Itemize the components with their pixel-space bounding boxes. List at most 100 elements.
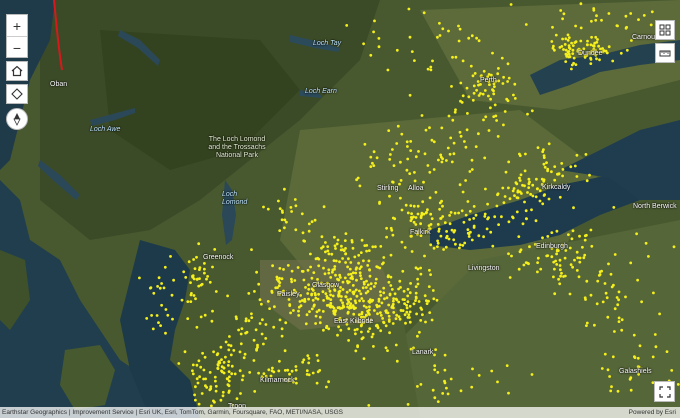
map-point[interactable] <box>489 97 492 101</box>
map-point[interactable] <box>344 295 348 298</box>
map-point[interactable] <box>382 321 386 325</box>
map-point[interactable] <box>546 169 549 173</box>
map-point[interactable] <box>445 230 448 233</box>
map-point[interactable] <box>559 274 562 278</box>
map-point[interactable] <box>567 50 571 53</box>
map-point[interactable] <box>569 263 573 266</box>
map-point[interactable] <box>326 245 330 249</box>
map-point[interactable] <box>445 386 448 390</box>
map-point[interactable] <box>535 177 538 181</box>
map-point[interactable] <box>486 217 489 221</box>
map-point[interactable] <box>507 220 511 224</box>
map-point[interactable] <box>320 246 323 250</box>
map-point[interactable] <box>198 266 202 269</box>
map-point[interactable] <box>387 280 391 284</box>
map-point[interactable] <box>373 19 376 23</box>
map-point[interactable] <box>343 276 347 280</box>
map-point[interactable] <box>379 245 383 248</box>
map-point[interactable] <box>289 311 292 315</box>
map-point[interactable] <box>477 234 481 238</box>
map-point[interactable] <box>311 298 315 302</box>
map-point[interactable] <box>527 177 531 181</box>
map-point[interactable] <box>338 273 342 277</box>
map-point[interactable] <box>484 115 488 119</box>
map-point[interactable] <box>444 245 448 249</box>
map-point[interactable] <box>449 136 453 140</box>
map-point[interactable] <box>458 130 462 134</box>
map-point[interactable] <box>308 310 311 313</box>
map-point[interactable] <box>345 290 349 294</box>
map-point[interactable] <box>552 275 555 279</box>
map-point[interactable] <box>353 328 357 332</box>
map-point[interactable] <box>192 294 196 297</box>
map-point[interactable] <box>368 305 371 309</box>
map-point[interactable] <box>426 164 430 167</box>
map-point[interactable] <box>509 3 513 6</box>
map-point[interactable] <box>653 333 657 336</box>
map-point[interactable] <box>395 48 399 52</box>
map-point[interactable] <box>387 274 390 278</box>
map-point[interactable] <box>362 299 365 303</box>
map-point[interactable] <box>412 220 416 224</box>
map-point[interactable] <box>426 208 429 212</box>
map-point[interactable] <box>414 223 418 226</box>
map-point[interactable] <box>341 288 345 291</box>
map-point[interactable] <box>325 385 328 389</box>
map-point[interactable] <box>293 279 297 282</box>
map-point[interactable] <box>377 304 381 308</box>
map-point[interactable] <box>424 320 427 324</box>
map-point[interactable] <box>267 368 271 372</box>
map-point[interactable] <box>567 44 571 47</box>
map-point[interactable] <box>496 193 499 197</box>
map-point[interactable] <box>202 368 206 372</box>
map-point[interactable] <box>419 306 423 310</box>
map-point[interactable] <box>567 36 571 39</box>
map-point[interactable] <box>250 312 253 316</box>
map-point[interactable] <box>416 282 420 286</box>
map-point[interactable] <box>205 277 208 281</box>
map-point[interactable] <box>358 271 362 275</box>
map-point[interactable] <box>425 299 428 303</box>
map-point[interactable] <box>611 59 615 63</box>
map-point[interactable] <box>334 247 337 250</box>
map-point[interactable] <box>372 30 375 34</box>
map-point[interactable] <box>277 369 281 373</box>
map-point[interactable] <box>409 219 413 223</box>
map-point[interactable] <box>422 11 426 15</box>
map-point[interactable] <box>338 260 341 264</box>
map-point[interactable] <box>531 194 535 198</box>
map-point[interactable] <box>254 328 258 332</box>
map-point[interactable] <box>503 110 507 113</box>
map-point[interactable] <box>536 187 539 191</box>
map-point[interactable] <box>348 306 351 310</box>
map-point[interactable] <box>401 298 405 301</box>
map-point[interactable] <box>586 43 589 47</box>
map-point[interactable] <box>399 179 403 182</box>
map-point[interactable] <box>555 263 559 266</box>
map-point[interactable] <box>226 294 230 298</box>
map-point[interactable] <box>159 324 163 327</box>
map-point[interactable] <box>373 309 376 312</box>
map-point[interactable] <box>235 317 238 321</box>
map-point[interactable] <box>313 292 317 295</box>
map-point[interactable] <box>377 45 381 49</box>
map-point[interactable] <box>386 349 389 352</box>
map-point[interactable] <box>453 211 457 215</box>
map-point[interactable] <box>206 275 210 278</box>
map-point[interactable] <box>483 212 487 216</box>
map-point[interactable] <box>560 162 564 165</box>
map-point[interactable] <box>247 319 251 323</box>
map-point[interactable] <box>196 277 199 281</box>
map-point[interactable] <box>578 234 581 238</box>
map-point[interactable] <box>235 397 239 400</box>
map-point[interactable] <box>563 256 567 260</box>
map-point[interactable] <box>398 279 402 283</box>
map-point[interactable] <box>629 12 633 15</box>
map-point[interactable] <box>508 197 512 201</box>
map-point[interactable] <box>612 206 616 209</box>
map-point[interactable] <box>471 74 475 78</box>
map-point[interactable] <box>550 231 554 235</box>
map-point[interactable] <box>566 38 570 42</box>
map-point[interactable] <box>201 351 205 355</box>
map-point[interactable] <box>572 61 575 65</box>
